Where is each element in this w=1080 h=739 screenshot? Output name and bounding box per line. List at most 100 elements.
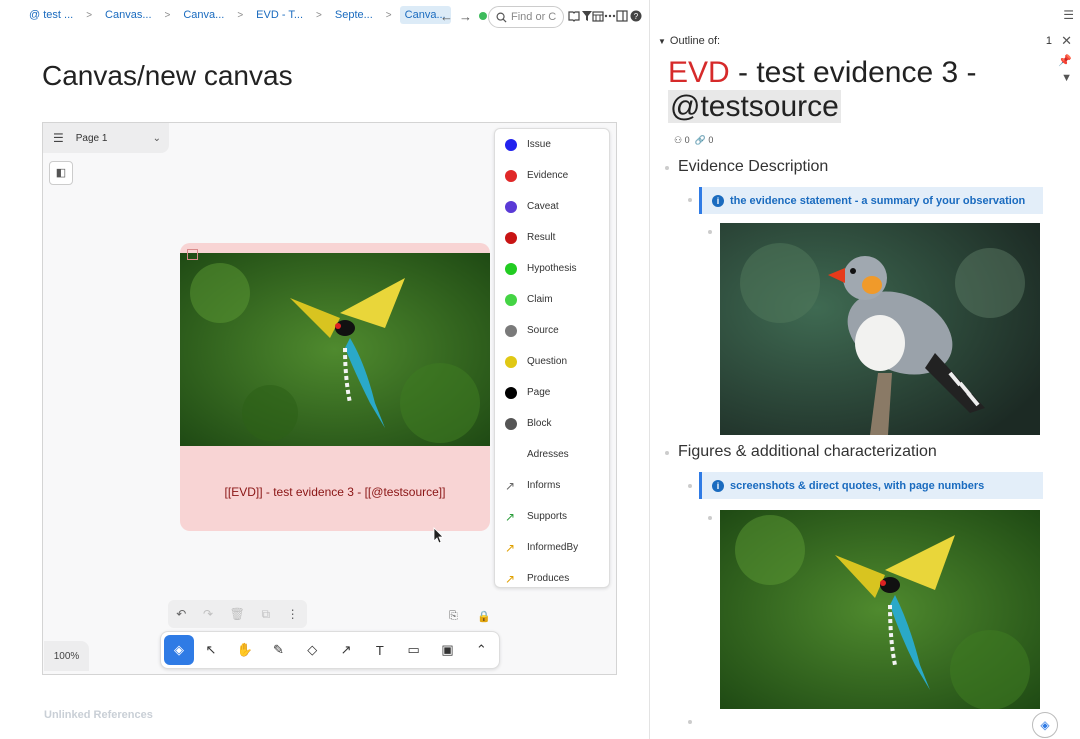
relation-item[interactable]: Adresses [495,439,609,470]
close-icon[interactable]: ✕ [1061,33,1072,49]
zoom-level[interactable]: 100% [44,641,89,671]
outline-title: EVD - test evidence 3 - @testsource [668,56,1008,124]
type-item[interactable]: Hypothesis [495,253,609,284]
canvas[interactable]: ☰ Page 1 ⌄ ◧ [[EVD]] - test evidence 3 -… [42,122,617,675]
calendar-icon[interactable] [592,10,604,22]
type-item[interactable]: Claim [495,284,609,315]
page-selector[interactable]: ☰ Page 1 ⌄ [43,123,169,153]
undo-icon[interactable]: ↶ [176,607,186,621]
redo-icon[interactable]: ↷ [203,607,213,621]
bullet[interactable] [708,516,712,520]
breadcrumb-item[interactable]: Canva... [178,6,229,24]
trash-icon[interactable]: 🗑 [230,607,245,621]
circle-icon [505,200,517,213]
page-title: Canvas/new canvas [42,60,293,91]
bullet[interactable] [688,198,692,202]
outline-sidebar: ☰ ▼ Outline of: 1 ✕ 📌 ▼ EVD - test eviden… [650,0,1080,739]
relation-item[interactable]: ↗ Supports [495,501,609,532]
type-item[interactable]: Page [495,377,609,408]
caret-down-icon: ▼ [658,37,666,46]
type-item[interactable]: Caveat [495,191,609,222]
arrow-icon: ↗ [505,540,516,555]
panel-toggle-button[interactable]: ◧ [49,161,73,185]
outline-label: Outline of: [669,35,721,47]
circle-icon [505,231,517,244]
bullet[interactable] [688,720,692,724]
title-source[interactable]: @testsource [668,90,841,123]
draw-tool-button[interactable]: ✎ [262,635,296,665]
hand-icon: ✋ [236,642,253,657]
link-icon: 🔗 [694,135,706,145]
help-icon[interactable]: ? [630,10,642,22]
unlinked-references[interactable]: Unlinked References [44,709,153,721]
discourse-tool-button[interactable]: ◈ [164,635,194,665]
more-icon[interactable] [604,10,616,22]
breadcrumb-item[interactable]: EVD - T... [251,6,308,24]
note-tool-button[interactable]: ▭ [397,635,431,665]
bullet[interactable] [688,484,692,488]
forward-arrow-icon[interactable]: → [459,9,472,24]
breadcrumb-separator: > [385,9,392,21]
edit-toolbar: ↶ ↷ 🗑 ⧉ ⋮ [168,600,307,628]
bullet[interactable] [665,451,669,455]
hand-tool-button[interactable]: ✋ [228,635,262,665]
discourse-icon: ◈ [1040,718,1050,732]
circle-icon [505,355,517,368]
more-vertical-icon[interactable]: ⋮ [287,607,299,621]
breadcrumb-item[interactable]: Septe... [330,6,378,24]
arrow-icon: ↗ [505,509,516,524]
text-tool-button[interactable]: T [363,635,397,665]
more-tools-button[interactable]: ⌃ [464,635,498,665]
type-label: Claim [527,294,553,305]
type-item[interactable]: Source [495,315,609,346]
select-tool-button[interactable]: ↖ [194,635,228,665]
pin-icon[interactable]: 📌 [1058,54,1072,67]
back-arrow-icon[interactable]: ← [440,9,453,24]
pointer-icon: ↖ [205,642,217,657]
relation-item[interactable]: ↗ Produces [495,563,609,594]
relation-item[interactable]: ↗ InformedBy [495,532,609,563]
breadcrumb-separator: > [237,9,244,21]
type-item[interactable]: Result [495,222,609,253]
relation-item[interactable]: ↗ Informs [495,470,609,501]
breadcrumb-separator: > [316,9,322,21]
lock-icon[interactable]: 🔒 [477,610,491,623]
bullet[interactable] [708,230,712,234]
filter-icon[interactable]: ▼ [1061,72,1072,84]
type-label: Evidence [527,170,569,181]
sidebar-toggle-icon[interactable] [616,10,628,22]
search-input[interactable]: Find or C [488,6,564,28]
type-label: Result [527,232,556,243]
type-item[interactable]: Block [495,408,609,439]
callout-text: the evidence statement - a summary of yo… [730,194,1026,207]
discourse-icon: ◈ [174,642,184,657]
type-item[interactable]: Evidence [495,160,609,191]
title-evd[interactable]: EVD [668,56,730,89]
chevron-down-icon: ⌄ [152,132,161,144]
breadcrumb-item[interactable]: Canvas... [100,6,156,24]
type-item[interactable]: Question [495,346,609,377]
arrow-tool-button[interactable]: ↗ [329,635,363,665]
breadcrumb: @ test ... > Canvas... > Canva... > EVD - T… [24,6,451,24]
breadcrumb-item[interactable]: @ test ... [24,6,78,24]
menu-icon[interactable]: ☰ [53,131,64,145]
type-label: Source [527,325,559,336]
circle-icon [505,386,517,399]
duplicate-icon[interactable]: ⧉ [261,607,270,622]
eraser-tool-button[interactable]: ◇ [295,635,329,665]
outline-header[interactable]: ▼ Outline of: [658,35,720,47]
bullet[interactable] [665,166,669,170]
canvas-node[interactable]: [[EVD]] - test evidence 3 - [[@testsourc… [180,243,490,531]
page-selector-label: Page 1 [75,132,108,144]
node-resize-handle[interactable] [187,249,198,260]
book-icon[interactable] [568,10,580,22]
chevron-up-icon: ⌃ [475,642,487,657]
image-tool-button[interactable]: ▣ [431,635,465,665]
clipboard-icon[interactable]: ⎘ [449,610,458,623]
type-item[interactable]: Issue [495,129,609,160]
info-icon: i [712,194,724,207]
node-type-panel: Issue Evidence Caveat Result Hypothesis … [494,128,610,588]
type-label: Block [527,418,552,429]
discourse-button[interactable]: ◈ [1032,712,1058,738]
sidebar-menu-icon[interactable]: ☰ [1063,8,1074,22]
